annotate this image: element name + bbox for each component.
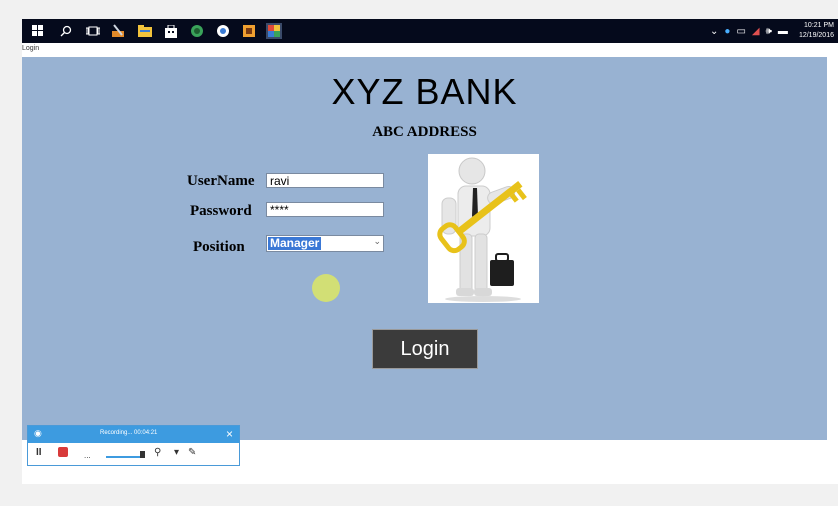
volume-icon[interactable]: 🕪	[766, 26, 772, 37]
more-icon[interactable]: ...	[84, 451, 91, 460]
mouse-cursor-highlight	[312, 274, 340, 302]
stop-icon[interactable]	[58, 447, 68, 460]
bank-name: XYZ BANK	[331, 71, 518, 112]
android-studio-icon[interactable]	[189, 23, 205, 39]
network-icon[interactable]: ●	[724, 26, 730, 37]
login-button[interactable]: Login	[372, 329, 478, 369]
notification-icon[interactable]: ▬	[778, 26, 788, 37]
task-view-icon[interactable]	[85, 23, 101, 39]
file-explorer-icon[interactable]	[137, 23, 153, 39]
username-field[interactable]: ravi	[266, 173, 384, 188]
window-title: Login	[22, 45, 40, 52]
bank-address: ABC ADDRESS	[372, 124, 477, 140]
wifi-icon[interactable]: ◢	[752, 26, 760, 37]
clock-time: 10:21 PM	[804, 22, 834, 29]
media-icon[interactable]	[241, 23, 257, 39]
webcam-icon[interactable]: ⚲	[154, 447, 161, 458]
windows-start-icon[interactable]	[30, 23, 46, 39]
recorder-logo-icon: ◉	[34, 428, 42, 438]
battery-icon[interactable]: ▭	[736, 26, 745, 37]
login-form: XYZ BANK ABC ADDRESS UserName ravi Passw…	[22, 57, 827, 440]
pen-icon[interactable]: ✎	[188, 447, 196, 458]
password-field[interactable]: ****	[266, 202, 384, 217]
system-tray: ⌄ ● ▭ ◢ 🕪 ▬	[704, 19, 788, 43]
chevron-down-icon[interactable]: ▾	[174, 447, 179, 458]
store-icon[interactable]	[163, 23, 179, 39]
pause-icon[interactable]: II	[36, 447, 42, 458]
volume-level-icon[interactable]	[106, 447, 146, 462]
close-icon[interactable]: ×	[226, 427, 233, 441]
recorder-header: ◉ Recording... 00:04:21 ×	[28, 426, 239, 443]
recording-status: Recording... 00:04:21	[100, 430, 158, 436]
clock-date: 12/19/2016	[798, 32, 834, 39]
password-label: Password	[190, 203, 252, 219]
position-selected-value: Manager	[268, 236, 322, 250]
chrome-icon[interactable]	[215, 23, 231, 39]
recorder-toolbar: II ... ⚲ ▾ ✎	[28, 443, 239, 465]
taskbar: ⌄ ● ▭ ◢ 🕪 ▬ 10:21 PM 12/19/2016	[22, 19, 838, 43]
businessman-key-image	[428, 154, 539, 303]
screen-recorder-widget: ◉ Recording... 00:04:21 × II ... ⚲ ▾ ✎	[27, 425, 240, 466]
search-icon[interactable]	[58, 23, 74, 39]
chevron-up-icon[interactable]: ⌄	[710, 26, 718, 37]
chevron-down-icon[interactable]: ⌄	[373, 236, 381, 247]
position-select[interactable]: Manager ⌄	[266, 235, 384, 252]
taskbar-clock[interactable]: 10:21 PM 12/19/2016	[799, 21, 834, 41]
position-label: Position	[193, 239, 245, 255]
tools-icon[interactable]	[110, 23, 126, 39]
username-label: UserName	[187, 173, 255, 189]
app-icon[interactable]	[266, 23, 282, 39]
